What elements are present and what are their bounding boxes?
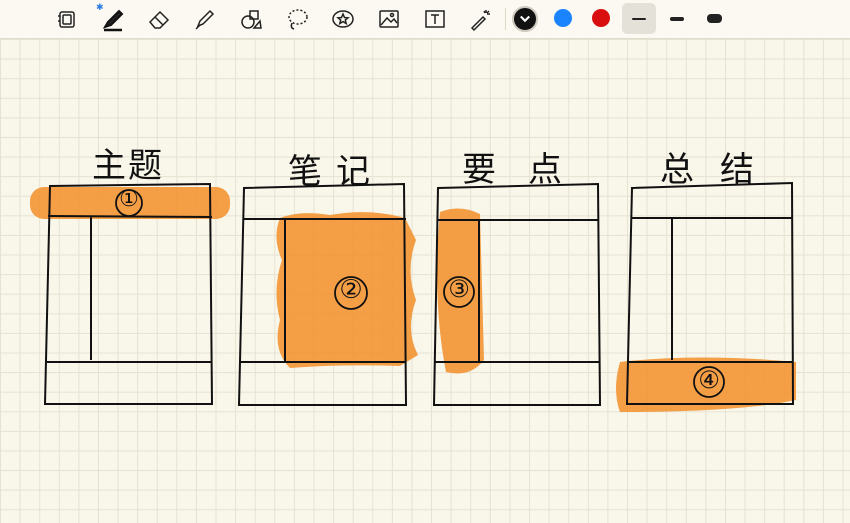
highlight-title-bar xyxy=(30,187,230,219)
section-box-1 xyxy=(43,182,214,405)
highlight-notes-area xyxy=(276,212,418,368)
highlight-marks xyxy=(30,187,796,412)
handwritten-drawing xyxy=(30,181,796,412)
